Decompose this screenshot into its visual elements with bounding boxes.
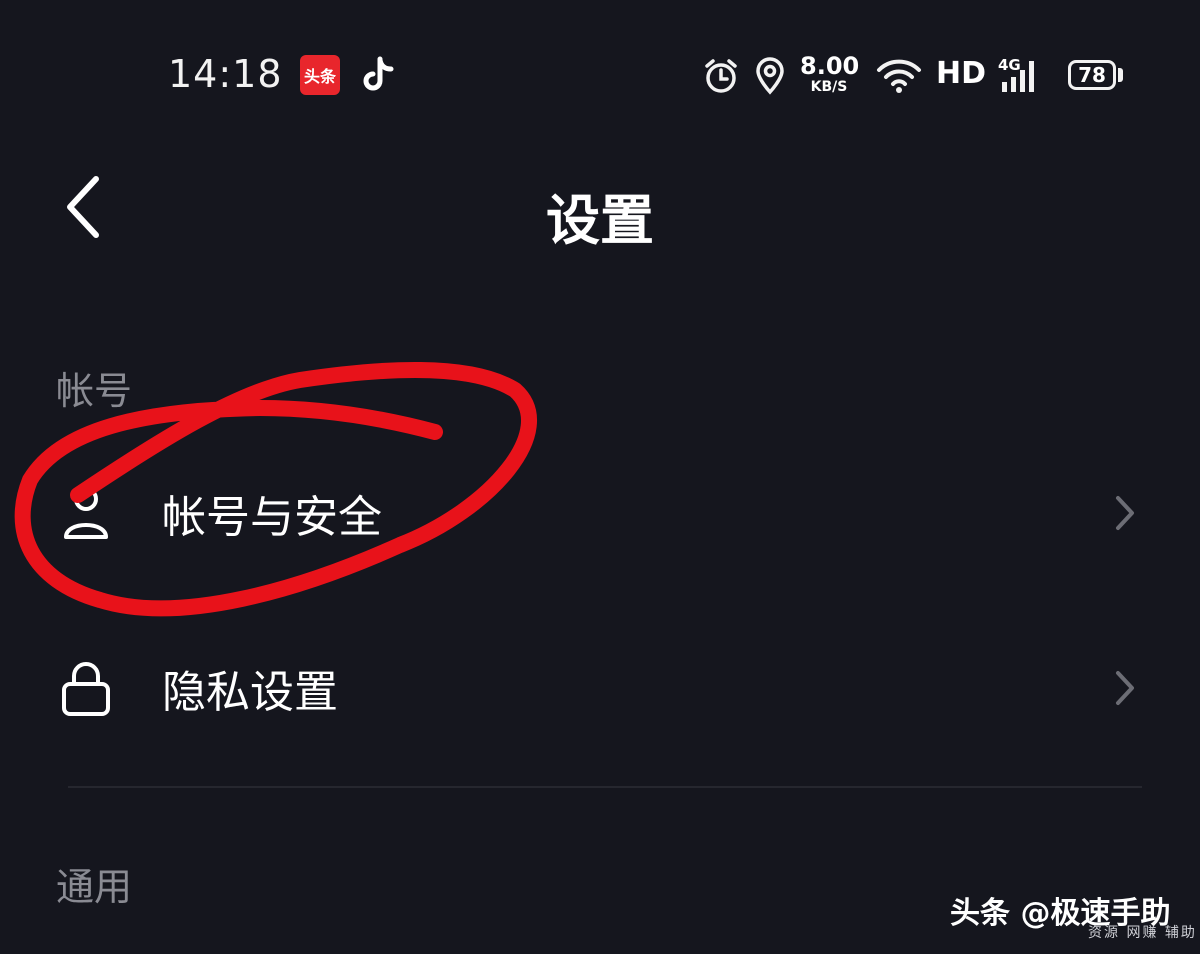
battery-indicator: 78 [1068, 60, 1116, 90]
network-speed: 8.00 KB/S [800, 52, 860, 95]
section-header-general: 通用 [56, 865, 133, 909]
cellular-signal-icon: 4G [998, 56, 1050, 94]
location-icon [756, 57, 784, 95]
watermark-subtext: 资源 网赚 辅助 [1088, 925, 1197, 941]
settings-row-privacy[interactable]: 隐私设置 [0, 628, 1200, 748]
row-label-account-security: 帐号与安全 [162, 492, 382, 543]
section-header-account: 帐号 [56, 369, 133, 413]
section-divider [68, 786, 1142, 788]
alarm-icon [705, 59, 737, 93]
toutiao-app-icon: 头条 [300, 55, 340, 95]
status-bar: 14:18 头条 8.00 KB/S HD 4G 78 [0, 0, 1200, 150]
hd-voice-indicator: HD [936, 56, 987, 91]
chevron-right-icon [1116, 671, 1134, 705]
wifi-icon [877, 59, 921, 93]
user-icon [64, 487, 108, 539]
page-title: 设置 [546, 189, 654, 252]
tiktok-icon [363, 56, 394, 91]
row-label-privacy: 隐私设置 [162, 667, 338, 718]
chevron-right-icon [1116, 496, 1134, 530]
settings-row-account-security[interactable]: 帐号与安全 [0, 453, 1200, 573]
battery-tip [1118, 68, 1123, 82]
lock-icon [62, 662, 110, 716]
status-time: 14:18 [168, 52, 283, 96]
